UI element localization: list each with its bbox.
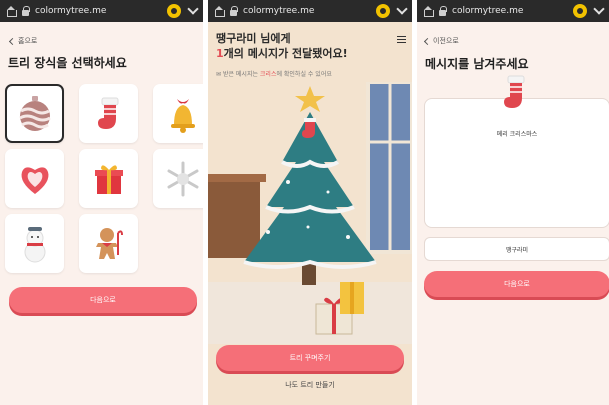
snowman-icon xyxy=(24,226,45,262)
back-button[interactable]: 이전으로 xyxy=(423,36,459,46)
tree xyxy=(243,112,377,285)
decoration-grid xyxy=(5,84,203,273)
browser-address-bar[interactable]: colormytree.me xyxy=(417,0,609,22)
page-title: 메시지를 남겨주세요 xyxy=(425,57,529,71)
decoration-gift[interactable] xyxy=(79,149,138,208)
tabs-icon[interactable] xyxy=(167,4,181,18)
decoration-ornament-ball[interactable] xyxy=(5,84,64,143)
title-line-2-rest: 개의 메시지가 전달됐어요! xyxy=(223,47,348,60)
christmas-tree-scene xyxy=(208,82,412,344)
decoration-snowflake[interactable] xyxy=(153,149,203,208)
tabs-icon[interactable] xyxy=(573,4,587,18)
screen-leave-message: colormytree.me 이전으로 메시지를 남겨주세요 메리 크리스마스 … xyxy=(417,0,609,405)
url-text[interactable]: colormytree.me xyxy=(243,6,370,16)
decorate-tree-button[interactable]: 트리 꾸며주기 xyxy=(216,345,404,371)
chevron-down-icon[interactable] xyxy=(187,3,199,15)
page-title: 트리 장식을 선택하세요 xyxy=(8,56,127,70)
home-icon[interactable] xyxy=(423,6,434,17)
title-line-1: 땡구라미 님에게 xyxy=(216,32,291,45)
chevron-left-icon xyxy=(8,37,17,45)
stocking-icon xyxy=(504,75,525,108)
info-suffix: 에 확인하실 수 있어요 xyxy=(276,71,332,78)
decoration-bell[interactable] xyxy=(153,84,203,143)
sender-name-field[interactable]: 땡구라미 xyxy=(424,237,609,261)
lock-icon xyxy=(439,5,447,16)
decoration-stocking[interactable] xyxy=(79,84,138,143)
decoration-gingerbread[interactable] xyxy=(79,214,138,273)
info-text: ✉ 받은 메시지는 크리스에 확인하실 수 있어요 xyxy=(216,69,332,78)
browser-address-bar[interactable]: colormytree.me xyxy=(208,0,412,22)
tabs-icon[interactable] xyxy=(376,4,390,18)
screen-tree-view: colormytree.me 땡구라미 님에게 1개의 메시지가 전달됐어요! … xyxy=(208,0,412,405)
page-title: 땡구라미 님에게 1개의 메시지가 전달됐어요! xyxy=(216,31,348,61)
heart-icon xyxy=(21,166,48,194)
gift-icon xyxy=(94,164,123,194)
home-icon[interactable] xyxy=(214,6,225,17)
back-label: 이전으로 xyxy=(433,37,459,45)
fireplace xyxy=(208,178,260,258)
next-button[interactable]: 다음으로 xyxy=(9,287,197,313)
browser-address-bar[interactable]: colormytree.me xyxy=(0,0,203,22)
snowflake-icon xyxy=(167,161,198,196)
message-card[interactable]: 메리 크리스마스 xyxy=(424,98,609,228)
screen-select-decoration: colormytree.me 홈으로 트리 장식을 선택하세요 다음으로 xyxy=(0,0,203,405)
back-button[interactable]: 홈으로 xyxy=(8,36,38,46)
stocking-icon xyxy=(97,97,118,129)
info-highlight: 크리스 xyxy=(259,71,277,78)
envelope-icon: ✉ xyxy=(216,71,222,78)
message-text[interactable]: 메리 크리스마스 xyxy=(425,129,609,138)
lock-icon xyxy=(230,5,238,16)
decoration-heart[interactable] xyxy=(5,149,64,208)
menu-icon[interactable] xyxy=(397,36,406,43)
url-text[interactable]: colormytree.me xyxy=(452,6,567,16)
back-label: 홈으로 xyxy=(18,37,38,45)
home-icon[interactable] xyxy=(6,6,17,17)
next-button[interactable]: 다음으로 xyxy=(424,271,609,297)
message-count: 1 xyxy=(216,47,224,60)
title-line-2: 1개의 메시지가 전달됐어요! xyxy=(216,46,348,61)
decoration-snowman[interactable] xyxy=(5,214,64,273)
make-my-tree-link[interactable]: 나도 트리 만들기 xyxy=(208,380,412,390)
chevron-down-icon[interactable] xyxy=(593,3,605,15)
chevron-left-icon xyxy=(423,37,432,45)
ornament-ball-icon xyxy=(18,95,51,131)
lock-icon xyxy=(22,5,30,16)
chevron-down-icon[interactable] xyxy=(396,3,408,15)
star-icon xyxy=(295,86,325,112)
bell-icon xyxy=(170,98,195,133)
url-text[interactable]: colormytree.me xyxy=(35,6,161,16)
info-prefix: 받은 메시지는 xyxy=(222,71,258,78)
gingerbread-icon xyxy=(95,227,123,259)
